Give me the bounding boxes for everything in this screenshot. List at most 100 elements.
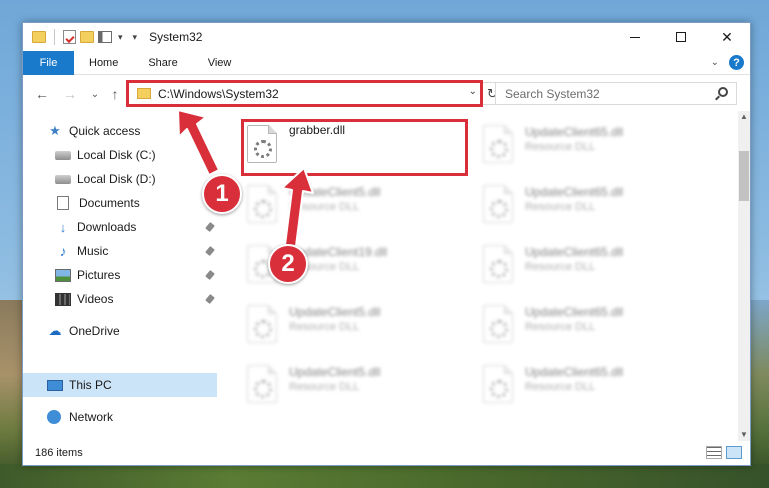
cloud-icon: ☁ xyxy=(48,323,62,338)
file-name: UpdateClient5.dll xyxy=(289,365,381,379)
file-item-grabber[interactable]: grabber.dll xyxy=(243,121,463,171)
close-icon: ✕ xyxy=(721,28,733,45)
view-options-icon[interactable] xyxy=(98,31,112,43)
sidebar-item-music[interactable]: ♪ Music xyxy=(23,239,217,263)
chevron-down-icon[interactable]: ⌄ xyxy=(469,86,477,97)
tab-view[interactable]: View xyxy=(193,51,247,75)
list-item[interactable]: UpdateClient65.dll Resource DLL xyxy=(479,361,699,411)
back-button[interactable]: ← xyxy=(33,85,51,103)
desktop-background-bottom xyxy=(0,464,769,488)
sidebar-item-local-disk-c[interactable]: Local Disk (C:) xyxy=(23,143,217,167)
list-item[interactable]: UpdateClient65.dll Resource DLL xyxy=(479,301,699,351)
pictures-icon xyxy=(55,268,71,282)
sidebar-item-documents[interactable]: Documents xyxy=(23,191,217,215)
step-1-badge: 1 xyxy=(202,174,242,214)
pin-icon[interactable] xyxy=(205,270,215,280)
file-type: Resource DLL xyxy=(525,261,596,273)
file-type: Resource DLL xyxy=(289,381,360,393)
file-type: Resource DLL xyxy=(525,381,596,393)
list-item[interactable]: UpdateClient65.dll Resource DLL xyxy=(479,121,699,171)
navigation-bar: ← → ⌄ ↑ C:\Windows\System32 ⌄ ↻ xyxy=(23,75,750,111)
pin-icon[interactable] xyxy=(205,222,215,232)
document-icon xyxy=(57,196,69,210)
list-item[interactable]: UpdateClient5.dll Resource DLL xyxy=(243,301,463,351)
star-icon: ★ xyxy=(49,123,61,138)
search-box[interactable] xyxy=(495,82,737,105)
address-bar[interactable]: C:\Windows\System32 ⌄ xyxy=(128,82,482,105)
search-input[interactable] xyxy=(505,86,705,101)
quick-access-toolbar: ▾ ▾ xyxy=(32,29,137,45)
scroll-thumb[interactable] xyxy=(739,151,749,201)
sidebar-item-label: Quick access xyxy=(69,124,141,138)
list-item[interactable]: UpdateClient65.dll Resource DLL xyxy=(479,181,699,231)
window-controls: ✕ xyxy=(612,23,750,51)
file-name: UpdateClient65.dll xyxy=(525,305,624,319)
file-name: UpdateClient5.dll xyxy=(289,185,381,199)
tab-share[interactable]: Share xyxy=(133,51,192,75)
sidebar-item-downloads[interactable]: ↓ Downloads xyxy=(23,215,217,239)
minimize-button[interactable] xyxy=(612,23,658,51)
new-folder-icon[interactable] xyxy=(80,31,94,43)
pin-icon[interactable] xyxy=(205,246,215,256)
tab-file[interactable]: File xyxy=(23,50,74,75)
video-icon xyxy=(55,292,71,306)
sidebar-item-network[interactable]: Network xyxy=(23,405,217,429)
sidebar-item-pictures[interactable]: Pictures xyxy=(23,263,217,287)
list-item[interactable]: UpdateClient5.dll Resource DLL xyxy=(243,361,463,411)
dll-file-icon xyxy=(483,365,513,403)
pin-icon[interactable] xyxy=(205,294,215,304)
computer-icon xyxy=(47,379,63,391)
sidebar-item-local-disk-d[interactable]: Local Disk (D:) xyxy=(23,167,217,191)
ribbon-tabs: File Home Share View ⌄ ? xyxy=(23,50,750,75)
dll-file-icon xyxy=(483,305,513,343)
scroll-down-icon[interactable]: ▼ xyxy=(738,429,750,441)
ribbon-right-controls: ⌄ ? xyxy=(711,55,744,70)
chevron-down-icon[interactable]: ▾ xyxy=(118,32,123,43)
dll-file-icon xyxy=(247,185,277,223)
desktop-background-left xyxy=(0,300,24,488)
step-2-badge: 2 xyxy=(268,244,308,284)
folder-icon xyxy=(32,31,46,43)
file-name: UpdateClient5.dll xyxy=(289,305,381,319)
large-icons-view-icon[interactable] xyxy=(726,446,742,459)
music-icon: ♪ xyxy=(59,243,67,259)
file-type: Resource DLL xyxy=(289,321,360,333)
file-name: UpdateClient65.dll xyxy=(525,365,624,379)
sidebar-item-label: Local Disk (C:) xyxy=(77,148,156,162)
item-count: 186 items xyxy=(35,447,83,459)
tab-home[interactable]: Home xyxy=(74,51,133,75)
sidebar-item-this-pc[interactable]: This PC xyxy=(23,373,217,397)
scroll-up-icon[interactable]: ▲ xyxy=(738,111,750,123)
address-path[interactable]: C:\Windows\System32 xyxy=(158,87,279,101)
folder-icon xyxy=(137,88,151,99)
search-icon[interactable] xyxy=(718,87,728,97)
list-item[interactable]: UpdateClient5.dll Resource DLL xyxy=(243,181,463,231)
dll-file-icon xyxy=(247,365,277,403)
file-name: grabber.dll xyxy=(289,123,346,137)
file-type: Resource DLL xyxy=(525,141,596,153)
details-view-icon[interactable] xyxy=(706,446,722,459)
maximize-icon xyxy=(676,32,686,42)
download-icon: ↓ xyxy=(59,219,67,235)
recent-locations-button[interactable]: ⌄ xyxy=(86,85,104,103)
sidebar-item-quick-access[interactable]: ★ Quick access xyxy=(23,119,217,143)
sidebar-item-label: Documents xyxy=(79,196,140,210)
file-explorer-window: ▾ ▾ System32 ✕ File Home Share View ⌄ ? … xyxy=(22,22,751,466)
properties-icon[interactable] xyxy=(63,30,76,44)
up-button[interactable]: ↑ xyxy=(106,85,124,103)
sidebar-item-onedrive[interactable]: ☁ OneDrive xyxy=(23,319,217,343)
help-icon[interactable]: ? xyxy=(729,55,744,70)
close-button[interactable]: ✕ xyxy=(704,23,750,51)
customize-toolbar-icon[interactable]: ▾ xyxy=(133,32,138,43)
dll-file-icon xyxy=(483,125,513,163)
dll-file-icon xyxy=(483,245,513,283)
list-item[interactable]: UpdateClient65.dll Resource DLL xyxy=(479,241,699,291)
maximize-button[interactable] xyxy=(658,23,704,51)
toolbar-divider xyxy=(54,29,55,45)
network-icon xyxy=(47,410,61,424)
forward-button[interactable]: → xyxy=(61,85,79,103)
sidebar-item-label: Downloads xyxy=(77,220,137,234)
expand-ribbon-icon[interactable]: ⌄ xyxy=(711,57,719,68)
sidebar-item-videos[interactable]: Videos xyxy=(23,287,217,311)
vertical-scrollbar[interactable]: ▲ ▼ xyxy=(738,111,750,441)
